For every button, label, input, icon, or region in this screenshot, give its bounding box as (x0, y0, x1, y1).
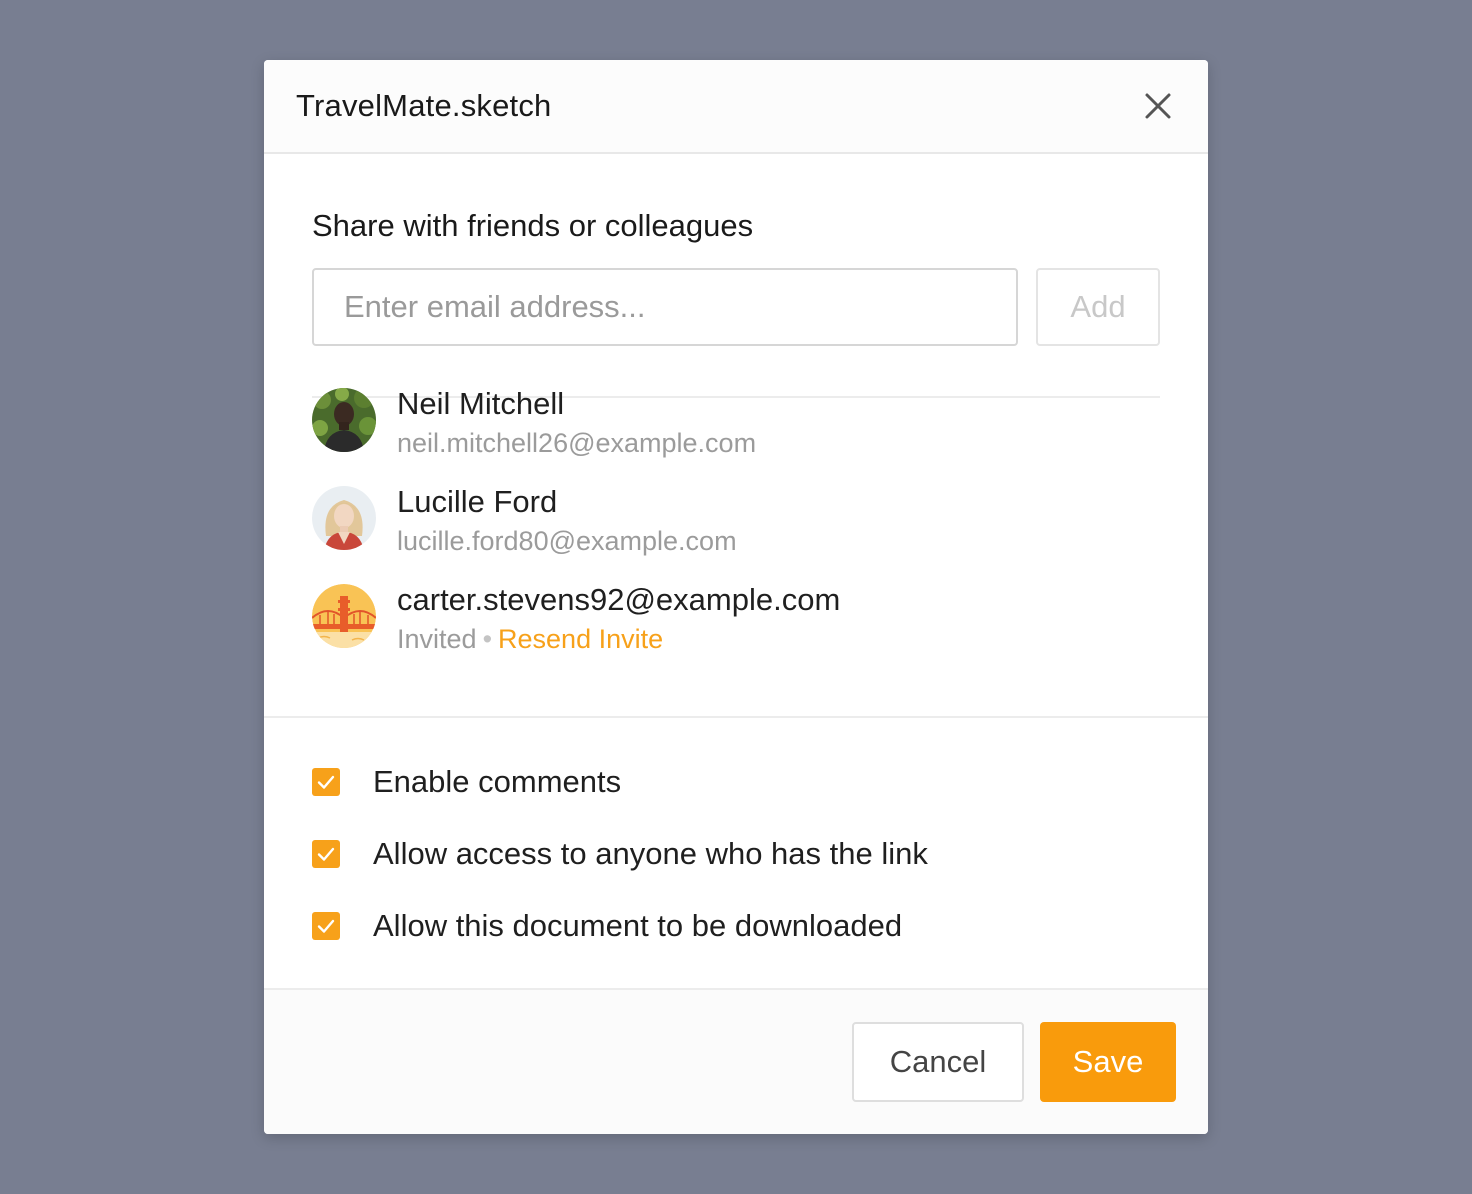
invite-status-row: Invited • Resend Invite (397, 624, 663, 655)
list-item-person: carter.stevens92@example.com Invited • Res… (312, 582, 1160, 662)
email-input[interactable] (312, 268, 1018, 346)
separator-dot: • (482, 624, 493, 654)
person-email: lucille.ford80@example.com (397, 526, 737, 556)
checkmark-icon (317, 919, 335, 933)
share-dialog: TravelMate.sketch Share with friends or … (264, 60, 1208, 1134)
avatar (312, 388, 376, 452)
share-heading: Share with friends or colleagues (312, 208, 754, 243)
golden-gate-bridge-avatar (312, 584, 376, 648)
add-button[interactable]: Add (1036, 268, 1160, 346)
person-name: Lucille Ford (397, 484, 558, 519)
option-allow-download[interactable]: Allow this document to be downloaded (312, 908, 1160, 948)
person-email: neil.mitchell26@example.com (397, 428, 757, 458)
dialog-title: TravelMate.sketch (296, 88, 552, 123)
save-button[interactable]: Save (1040, 1022, 1176, 1102)
person-name: Neil Mitchell (397, 386, 565, 421)
checkmark-icon (317, 775, 335, 789)
invite-status: Invited (397, 624, 477, 654)
cancel-button[interactable]: Cancel (852, 1022, 1024, 1102)
divider (264, 716, 1208, 718)
dialog-footer: Cancel Save (264, 990, 1208, 1134)
close-icon (1145, 93, 1171, 119)
checkbox-checked[interactable] (312, 912, 340, 940)
dialog-header: TravelMate.sketch (264, 60, 1208, 154)
checkmark-icon (317, 847, 335, 861)
option-label: Allow access to anyone who has the link (373, 836, 928, 871)
option-allow-link-access[interactable]: Allow access to anyone who has the link (312, 836, 1160, 876)
checkbox-checked[interactable] (312, 768, 340, 796)
close-button[interactable] (1138, 86, 1178, 126)
checkbox-checked[interactable] (312, 840, 340, 868)
option-label: Enable comments (373, 764, 622, 799)
option-label: Allow this document to be downloaded (373, 908, 903, 943)
option-enable-comments[interactable]: Enable comments (312, 764, 1160, 804)
list-item-person: Neil Mitchell neil.mitchell26@example.co… (312, 386, 1160, 466)
avatar (312, 486, 376, 550)
list-item-person: Lucille Ford lucille.ford80@example.com (312, 484, 1160, 564)
resend-invite-link[interactable]: Resend Invite (498, 624, 663, 654)
person-email-invited: carter.stevens92@example.com (397, 582, 841, 617)
